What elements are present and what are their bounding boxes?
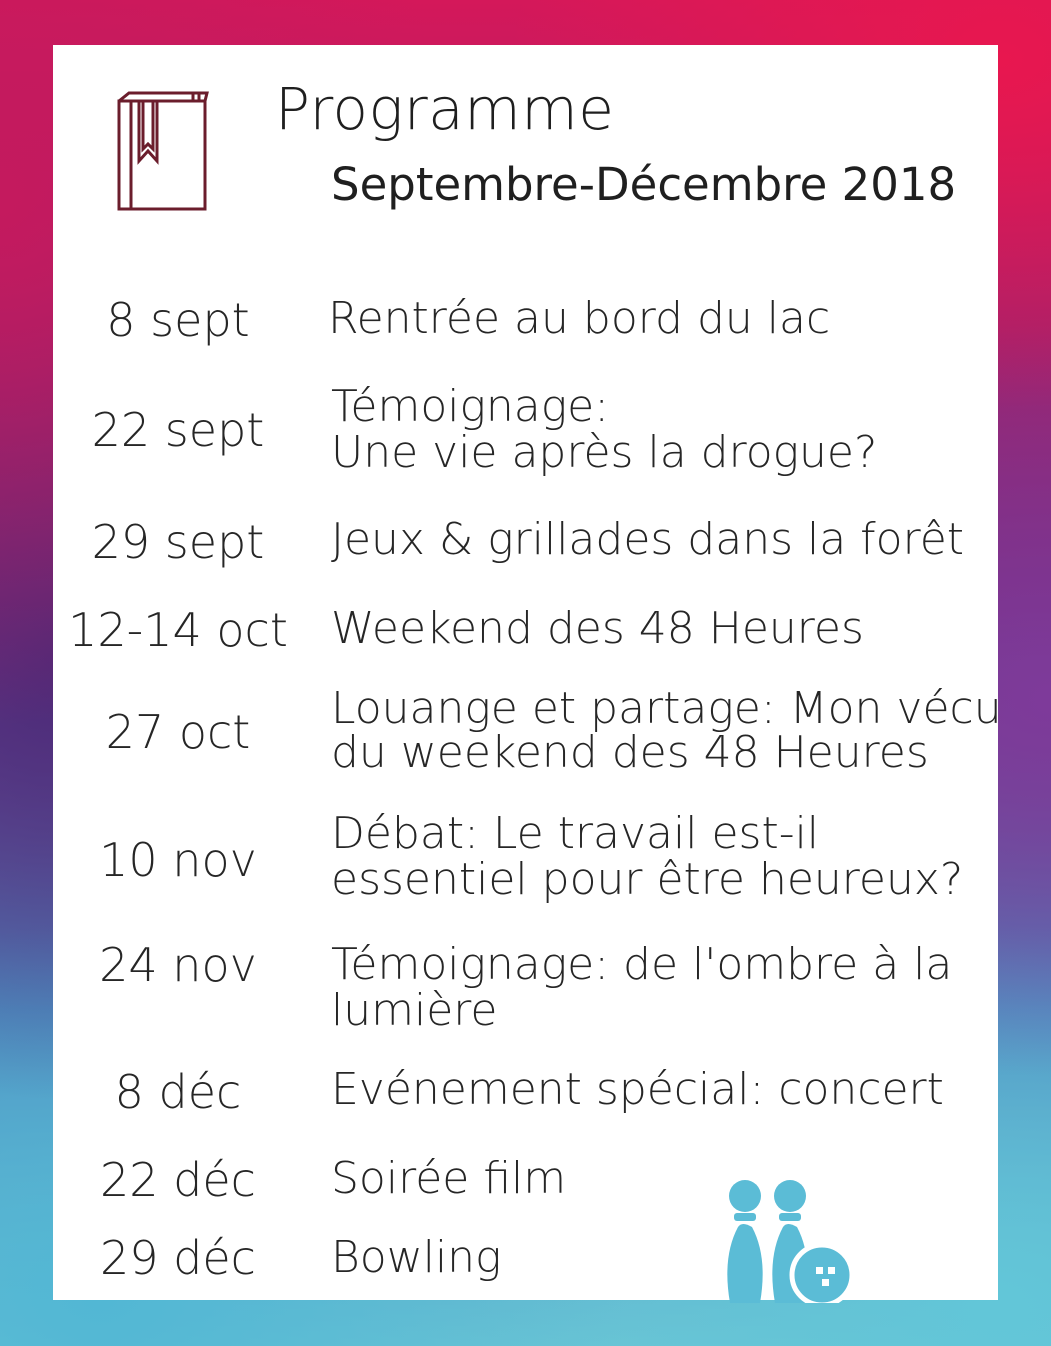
schedule-event: Louange et partage: Mon vécu xyxy=(331,683,1002,734)
schedule-date: 8 sept xyxy=(106,293,250,347)
bowling-pins-icon xyxy=(727,1180,855,1303)
book-bookmark-icon xyxy=(117,91,209,211)
schedule-date: 22 sept xyxy=(91,403,265,457)
schedule-event: Témoignage: de l'ombre à la xyxy=(331,939,953,990)
schedule-date: 27 oct xyxy=(105,705,251,759)
schedule-event: Evénement spécial: concert xyxy=(331,1064,944,1115)
schedule-date: 29 déc xyxy=(100,1231,256,1285)
schedule-event: Une vie après la drogue? xyxy=(331,427,878,478)
schedule-event: Débat: Le travail est-il xyxy=(331,808,820,859)
schedule-date: 29 sept xyxy=(91,515,265,569)
schedule-event: essentiel pour être heureux? xyxy=(331,854,964,905)
schedule-event: du weekend des 48 Heures xyxy=(331,727,929,778)
schedule-date: 22 déc xyxy=(100,1153,256,1207)
schedule-event: Témoignage: xyxy=(331,381,610,432)
page-title: Programme xyxy=(275,75,615,143)
schedule-event: lumière xyxy=(331,985,498,1036)
schedule-date: 8 déc xyxy=(114,1065,242,1119)
schedule-event: Rentrée au bord du lac xyxy=(328,293,831,344)
schedule-date: 12-14 oct xyxy=(68,603,288,657)
schedule-event: Soirée film xyxy=(331,1153,567,1204)
schedule-event: Jeux & grillades dans la forêt xyxy=(331,514,965,565)
schedule-event: Bowling xyxy=(331,1232,502,1283)
schedule-date: 24 nov xyxy=(99,938,257,992)
program-card: Programme Septembre-Décembre 2018 8 sept… xyxy=(53,45,1002,1303)
schedule-date: 10 nov xyxy=(99,833,257,887)
page-subtitle: Septembre-Décembre 2018 xyxy=(331,158,957,211)
schedule-event: Weekend des 48 Heures xyxy=(331,603,864,654)
